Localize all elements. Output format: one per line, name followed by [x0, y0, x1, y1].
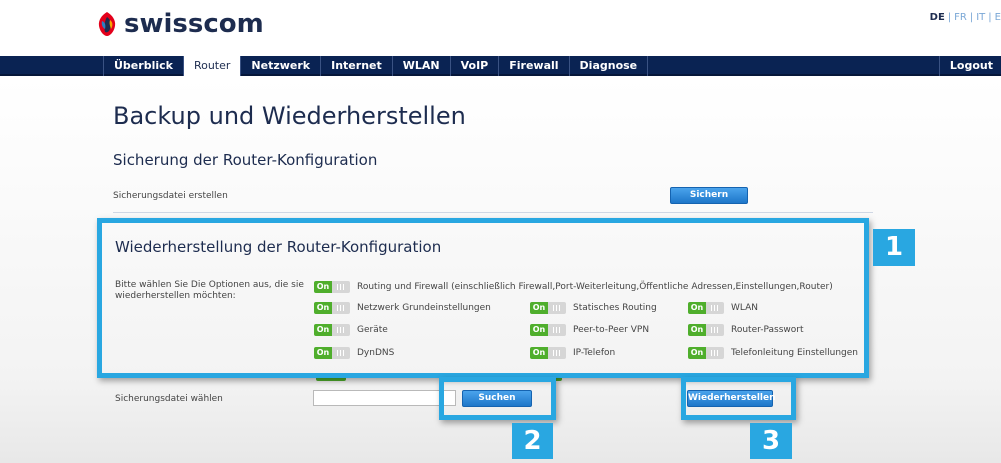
page-title: Backup und Wiederherstellen: [113, 102, 466, 130]
tab-ueberblick[interactable]: Überblick: [103, 56, 184, 76]
main-nav: Überblick Router Netzwerk Internet WLAN …: [0, 56, 1001, 76]
callout-number-1: 1: [873, 229, 915, 266]
callout-box-1: [97, 218, 869, 378]
swisscom-logo-icon: [96, 11, 118, 37]
lang-en[interactable]: E: [995, 12, 1001, 23]
nav-items: Überblick Router Netzwerk Internet WLAN …: [103, 56, 649, 76]
callout-box-3: [681, 377, 796, 420]
tab-firewall[interactable]: Firewall: [499, 56, 570, 76]
file-select-label: Sicherungsdatei wählen: [115, 394, 223, 404]
language-switcher: DE | FR | IT | E: [930, 12, 1001, 23]
backup-row-label: Sicherungsdatei erstellen: [113, 191, 228, 201]
callout-box-2: [439, 377, 556, 420]
tab-wlan[interactable]: WLAN: [393, 56, 451, 76]
backup-section-title: Sicherung der Router-Konfiguration: [113, 151, 378, 169]
lang-de[interactable]: DE: [930, 12, 945, 23]
callout-number-3: 3: [750, 423, 792, 459]
swisscom-logo[interactable]: swisscom: [96, 8, 264, 40]
tab-voip[interactable]: VoIP: [451, 56, 500, 76]
header: swisscom DE | FR | IT | E: [0, 0, 1001, 54]
lang-separator: |: [947, 12, 952, 23]
callout-number-2: 2: [512, 423, 553, 459]
tab-netzwerk[interactable]: Netzwerk: [241, 56, 322, 76]
tab-diagnose[interactable]: Diagnose: [570, 56, 649, 76]
lang-fr[interactable]: FR: [954, 12, 967, 23]
lang-it[interactable]: IT: [976, 12, 985, 23]
tab-router[interactable]: Router: [183, 56, 242, 76]
brand-name: swisscom: [124, 9, 264, 39]
logout-link[interactable]: Logout: [938, 56, 1001, 76]
file-path-input[interactable]: [313, 390, 456, 406]
backup-button[interactable]: Sichern: [670, 187, 748, 204]
tab-internet[interactable]: Internet: [321, 56, 393, 76]
section-divider: [113, 212, 873, 213]
lang-separator: |: [988, 12, 992, 23]
lang-separator: |: [969, 12, 974, 23]
